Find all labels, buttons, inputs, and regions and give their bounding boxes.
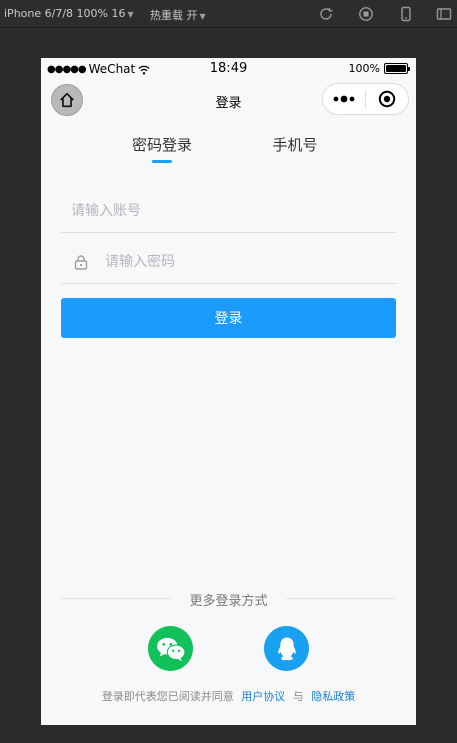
more-dots-icon — [333, 95, 355, 103]
hot-reload-label: 热重载 开 — [150, 9, 198, 22]
status-bar: ●●●●● WeChat 18:49 100% — [41, 58, 416, 80]
window-icon[interactable] — [436, 6, 452, 22]
phone-screen: ●●●●● WeChat 18:49 100% 登录 密码登录 手机号 请输入账… — [41, 58, 416, 725]
battery-level — [386, 65, 406, 72]
user-agreement-link[interactable]: 用户协议 — [241, 690, 285, 703]
hot-reload-toggle[interactable]: 热重载 开 ▼ — [150, 7, 206, 23]
privacy-policy-link[interactable]: 隐私政策 — [311, 690, 355, 703]
password-input[interactable] — [105, 240, 390, 283]
more-login-title: 更多登录方式 — [189, 594, 268, 609]
chevron-down-icon: ▼ — [199, 12, 206, 21]
device-selector-label: iPhone 6/7/8 100% 16 — [4, 7, 126, 20]
tab-password-login[interactable]: 密码登录 — [122, 134, 202, 163]
agreement-prefix: 登录即代表您已阅读并同意 — [101, 690, 234, 703]
more-login-divider: 更多登录方式 — [61, 590, 396, 609]
qq-login-button[interactable] — [264, 626, 309, 671]
stop-icon[interactable] — [358, 6, 374, 22]
password-field — [61, 240, 396, 284]
wechat-login-button[interactable] — [148, 626, 193, 671]
qq-penguin-icon — [277, 637, 296, 660]
login-button[interactable]: 登录 — [61, 298, 396, 338]
more-menu-button[interactable] — [323, 84, 365, 114]
refresh-icon[interactable] — [318, 6, 334, 22]
tab-phone-login[interactable]: 手机号 — [255, 134, 335, 155]
devtools-toolbar: iPhone 6/7/8 100% 16 ▼ 热重载 开 ▼ — [0, 0, 457, 28]
nav-bar: 登录 — [41, 80, 416, 120]
mini-program-capsule — [322, 83, 409, 115]
tab-active-indicator — [152, 160, 172, 163]
agreement-text: 登录即代表您已阅读并同意 用户协议 与 隐私政策 — [41, 688, 416, 704]
account-input[interactable] — [71, 189, 391, 232]
agreement-conjunction: 与 — [292, 690, 304, 703]
wechat-icon — [156, 637, 185, 661]
tab-label: 手机号 — [272, 136, 318, 154]
battery-icon — [384, 63, 410, 74]
lock-icon — [74, 255, 88, 270]
close-mini-program-button[interactable] — [366, 84, 408, 114]
login-tabs: 密码登录 手机号 — [41, 134, 416, 166]
account-field — [61, 189, 396, 233]
battery-percent: 100% — [348, 62, 380, 75]
divider-line-right — [286, 598, 396, 599]
chevron-down-icon: ▼ — [127, 10, 134, 19]
target-circle-icon — [378, 90, 396, 108]
tab-label: 密码登录 — [131, 136, 192, 154]
device-selector[interactable]: iPhone 6/7/8 100% 16 ▼ — [4, 7, 134, 20]
phone-icon[interactable] — [398, 6, 414, 22]
